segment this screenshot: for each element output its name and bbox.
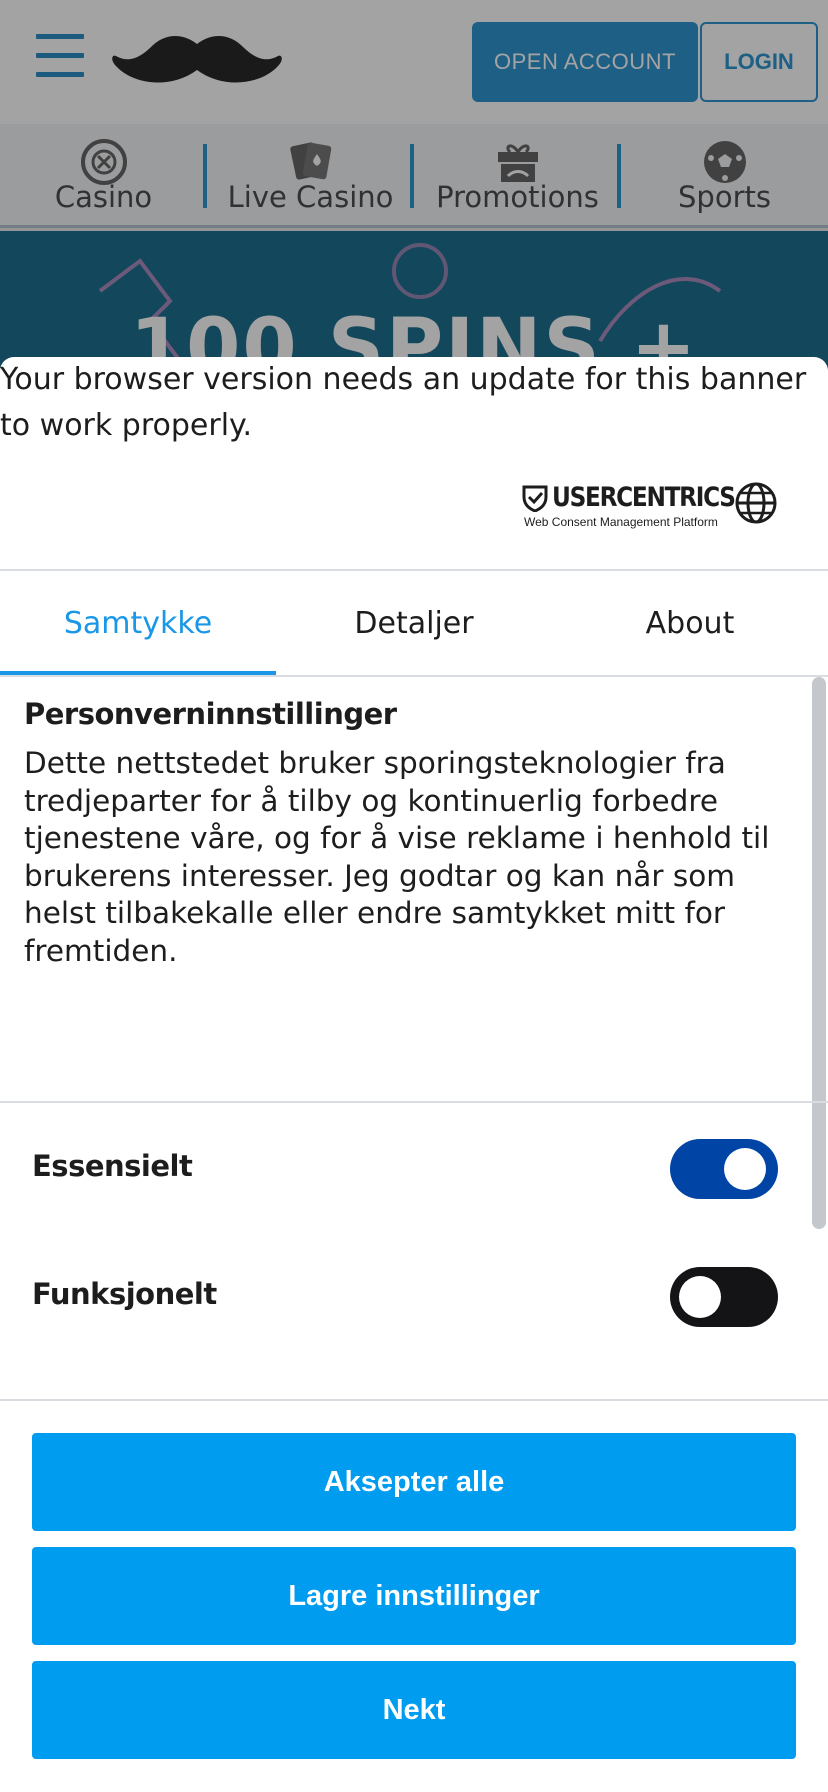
divider xyxy=(0,1399,828,1401)
toggle-knob xyxy=(679,1276,721,1318)
shield-check-icon xyxy=(522,485,548,512)
essensielt-toggle[interactable] xyxy=(670,1139,778,1199)
consent-tabs: Samtykke Detaljer About xyxy=(0,571,828,675)
accept-all-button[interactable]: Aksepter alle xyxy=(32,1433,796,1531)
save-settings-button[interactable]: Lagre innstillinger xyxy=(32,1547,796,1645)
toggle-row-essensielt: Essensielt xyxy=(0,1131,828,1211)
browser-update-warning: Your browser version needs an update for… xyxy=(0,362,807,443)
usercentrics-logo: USERCENTRICS Web Consent Management Plat… xyxy=(522,482,736,530)
globe-icon[interactable] xyxy=(734,481,778,525)
funksjonelt-toggle[interactable] xyxy=(670,1267,778,1327)
toggle-label: Funksjonelt xyxy=(32,1277,217,1311)
tab-detaljer[interactable]: Detaljer xyxy=(276,571,552,675)
tab-about[interactable]: About xyxy=(552,571,828,675)
section-description: Dette nettstedet bruker sporingsteknolog… xyxy=(24,746,770,968)
usercentrics-tagline: Web Consent Management Platform xyxy=(524,515,718,529)
deny-button[interactable]: Nekt xyxy=(32,1661,796,1759)
toggle-row-funksjonelt: Funksjonelt xyxy=(0,1259,828,1339)
section-title: Personverninnstillinger xyxy=(24,697,397,731)
tab-samtykke[interactable]: Samtykke xyxy=(0,571,276,675)
consent-modal: Your browser version needs an update for… xyxy=(0,357,828,1792)
divider xyxy=(0,1101,828,1103)
toggle-knob xyxy=(724,1148,766,1190)
usercentrics-wordmark: USERCENTRICS xyxy=(552,482,736,513)
toggle-label: Essensielt xyxy=(32,1149,193,1183)
